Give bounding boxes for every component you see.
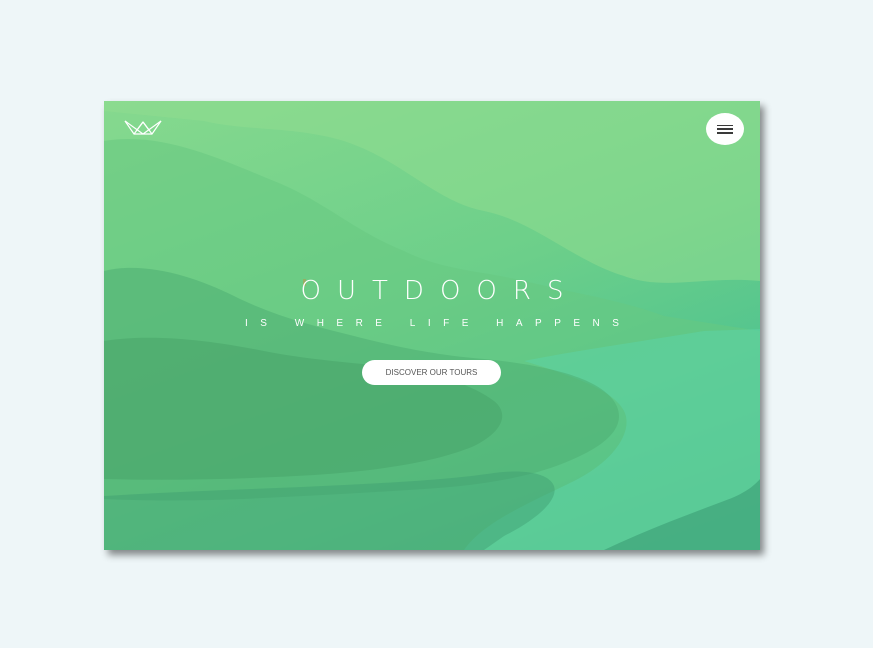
hero-subtitle: IS WHERE LIFE HAPPENS <box>245 318 632 329</box>
crown-logo-icon[interactable] <box>124 118 162 136</box>
hero-title: OUTDOORS <box>300 276 580 306</box>
menu-button[interactable] <box>706 113 744 145</box>
hero-section: OUTDOORS IS WHERE LIFE HAPPENS DISCOVER … <box>104 101 760 550</box>
hamburger-menu-icon <box>717 124 733 134</box>
discover-tours-button[interactable]: DISCOVER OUR TOURS <box>362 360 501 385</box>
